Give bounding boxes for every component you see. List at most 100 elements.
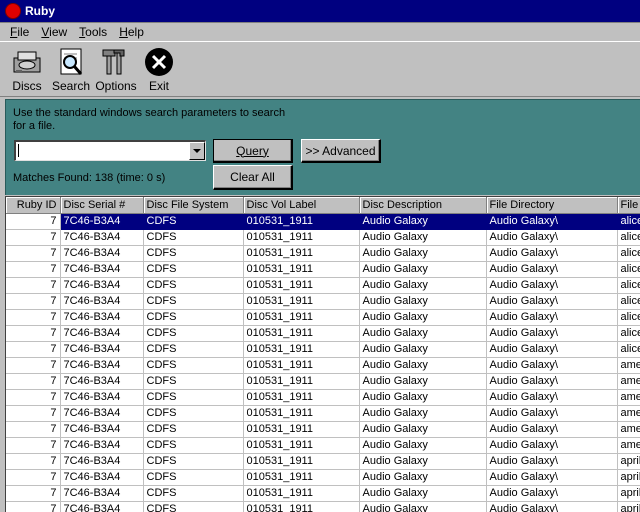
cell-ruby-id: 7	[6, 229, 61, 246]
cell-file-directory: Audio Galaxy\	[486, 357, 618, 374]
table-row[interactable]: 7 7C46-B3A4 CDFS 010531_1911 Audio Galaxy Aud…	[6, 373, 640, 390]
cell-file-name: alice	[617, 261, 640, 278]
table-row[interactable]: 7 7C46-B3A4 CDFS 010531_1911 Audio Galaxy Aud…	[6, 453, 640, 470]
results-table: Ruby ID Disc Serial # Disc File System D…	[6, 197, 640, 512]
cell-file-name: april	[617, 469, 640, 486]
matches-found-status: Matches Found: 138 (time: 0 s)	[13, 172, 166, 184]
cell-disc-file-system: CDFS	[143, 325, 244, 342]
cell-disc-description: Audio Galaxy	[359, 373, 487, 390]
cell-ruby-id: 7	[6, 325, 61, 342]
cell-disc-description: Audio Galaxy	[359, 293, 487, 310]
column-header-disc-vol-label[interactable]: Disc Vol Label	[243, 197, 360, 214]
cell-disc-vol-label: 010531_1911	[243, 261, 360, 278]
cell-disc-serial: 7C46-B3A4	[60, 277, 144, 294]
menu-help[interactable]: Help	[113, 25, 150, 39]
cell-disc-file-system: CDFS	[143, 293, 244, 310]
table-row[interactable]: 7 7C46-B3A4 CDFS 010531_1911 Audio Galaxy Aud…	[6, 309, 640, 326]
table-row[interactable]: 7 7C46-B3A4 CDFS 010531_1911 Audio Galaxy Aud…	[6, 405, 640, 422]
cell-disc-description: Audio Galaxy	[359, 421, 487, 438]
cell-ruby-id: 7	[6, 389, 61, 406]
cell-disc-serial: 7C46-B3A4	[60, 245, 144, 262]
table-row[interactable]: 7 7C46-B3A4 CDFS 010531_1911 Audio Galaxy Aud…	[6, 293, 640, 310]
cell-file-directory: Audio Galaxy\	[486, 229, 618, 246]
cell-disc-vol-label: 010531_1911	[243, 405, 360, 422]
search-query-combobox[interactable]	[14, 140, 206, 161]
column-header-file-directory[interactable]: File Directory	[486, 197, 618, 214]
cell-file-directory: Audio Galaxy\	[486, 405, 618, 422]
options-button[interactable]: Options	[94, 44, 138, 96]
exit-icon	[145, 48, 173, 76]
cell-file-directory: Audio Galaxy\	[486, 437, 618, 454]
cell-ruby-id: 7	[6, 357, 61, 374]
table-row[interactable]: 7 7C46-B3A4 CDFS 010531_1911 Audio Galaxy Aud…	[6, 277, 640, 294]
table-row[interactable]: 7 7C46-B3A4 CDFS 010531_1911 Audio Galaxy Aud…	[6, 357, 640, 374]
cell-file-directory: Audio Galaxy\	[486, 485, 618, 502]
cell-file-name: ame	[617, 373, 640, 390]
cell-file-directory: Audio Galaxy\	[486, 245, 618, 262]
cell-ruby-id: 7	[6, 341, 61, 358]
query-button[interactable]: Query	[213, 139, 293, 163]
clear-all-button[interactable]: Clear All	[213, 165, 293, 190]
table-row[interactable]: 7 7C46-B3A4 CDFS 010531_1911 Audio Galaxy Aud…	[6, 501, 640, 512]
table-row[interactable]: 7 7C46-B3A4 CDFS 010531_1911 Audio Galaxy Aud…	[6, 485, 640, 502]
exit-button[interactable]: Exit	[138, 44, 180, 96]
search-icon	[60, 48, 83, 75]
cell-ruby-id: 7	[6, 277, 61, 294]
table-row[interactable]: 7 7C46-B3A4 CDFS 010531_1911 Audio Galaxy Aud…	[6, 245, 640, 262]
cell-ruby-id: 7	[6, 485, 61, 502]
table-row[interactable]: 7 7C46-B3A4 CDFS 010531_1911 Audio Galaxy Aud…	[6, 229, 640, 246]
discs-button[interactable]: Discs	[6, 44, 48, 96]
cell-file-name: ame	[617, 357, 640, 374]
menu-view[interactable]: View	[35, 25, 73, 39]
cell-disc-file-system: CDFS	[143, 453, 244, 470]
cell-file-name: alice	[617, 293, 640, 310]
cell-disc-serial: 7C46-B3A4	[60, 261, 144, 278]
search-button[interactable]: Search	[48, 44, 94, 96]
combo-dropdown-button[interactable]	[189, 142, 205, 160]
results-grid[interactable]: Ruby ID Disc Serial # Disc File System D…	[5, 196, 640, 512]
cell-file-name: april	[617, 485, 640, 502]
cell-disc-file-system: CDFS	[143, 261, 244, 278]
cell-disc-vol-label: 010531_1911	[243, 245, 360, 262]
table-row[interactable]: 7 7C46-B3A4 CDFS 010531_1911 Audio Galaxy Aud…	[6, 213, 640, 230]
table-row[interactable]: 7 7C46-B3A4 CDFS 010531_1911 Audio Galaxy Aud…	[6, 261, 640, 278]
ruby-app-icon[interactable]	[5, 3, 21, 19]
cell-disc-serial: 7C46-B3A4	[60, 213, 144, 230]
cell-disc-vol-label: 010531_1911	[243, 373, 360, 390]
cell-file-name: ame	[617, 405, 640, 422]
column-header-disc-serial[interactable]: Disc Serial #	[60, 197, 144, 214]
cell-disc-file-system: CDFS	[143, 229, 244, 246]
cell-disc-description: Audio Galaxy	[359, 357, 487, 374]
cell-disc-file-system: CDFS	[143, 277, 244, 294]
window-title: Ruby	[25, 4, 55, 18]
cell-file-directory: Audio Galaxy\	[486, 325, 618, 342]
cell-disc-serial: 7C46-B3A4	[60, 453, 144, 470]
table-row[interactable]: 7 7C46-B3A4 CDFS 010531_1911 Audio Galaxy Aud…	[6, 341, 640, 358]
table-row[interactable]: 7 7C46-B3A4 CDFS 010531_1911 Audio Galaxy Aud…	[6, 421, 640, 438]
column-header-disc-file-system[interactable]: Disc File System	[143, 197, 244, 214]
cell-disc-vol-label: 010531_1911	[243, 485, 360, 502]
toolbar: Discs Search Options Exit	[0, 41, 640, 97]
search-hint: Use the standard windows search paramete…	[13, 107, 286, 132]
cell-disc-serial: 7C46-B3A4	[60, 325, 144, 342]
column-header-file-name[interactable]: File N	[617, 197, 640, 214]
cell-disc-description: Audio Galaxy	[359, 437, 487, 454]
cell-disc-file-system: CDFS	[143, 405, 244, 422]
cell-ruby-id: 7	[6, 373, 61, 390]
menu-file[interactable]: File	[4, 25, 35, 39]
column-header-ruby-id[interactable]: Ruby ID	[6, 197, 61, 214]
cell-file-directory: Audio Galaxy\	[486, 453, 618, 470]
cell-disc-vol-label: 010531_1911	[243, 229, 360, 246]
advanced-button[interactable]: >> Advanced	[301, 139, 381, 163]
table-row[interactable]: 7 7C46-B3A4 CDFS 010531_1911 Audio Galaxy Aud…	[6, 325, 640, 342]
cell-disc-serial: 7C46-B3A4	[60, 469, 144, 486]
menu-tools[interactable]: Tools	[73, 25, 113, 39]
table-row[interactable]: 7 7C46-B3A4 CDFS 010531_1911 Audio Galaxy Aud…	[6, 469, 640, 486]
table-row[interactable]: 7 7C46-B3A4 CDFS 010531_1911 Audio Galaxy Aud…	[6, 389, 640, 406]
column-header-disc-description[interactable]: Disc Description	[359, 197, 487, 214]
table-row[interactable]: 7 7C46-B3A4 CDFS 010531_1911 Audio Galaxy Aud…	[6, 437, 640, 454]
cell-disc-vol-label: 010531_1911	[243, 389, 360, 406]
cell-disc-file-system: CDFS	[143, 485, 244, 502]
cell-file-name: alice	[617, 309, 640, 326]
cell-file-directory: Audio Galaxy\	[486, 469, 618, 486]
